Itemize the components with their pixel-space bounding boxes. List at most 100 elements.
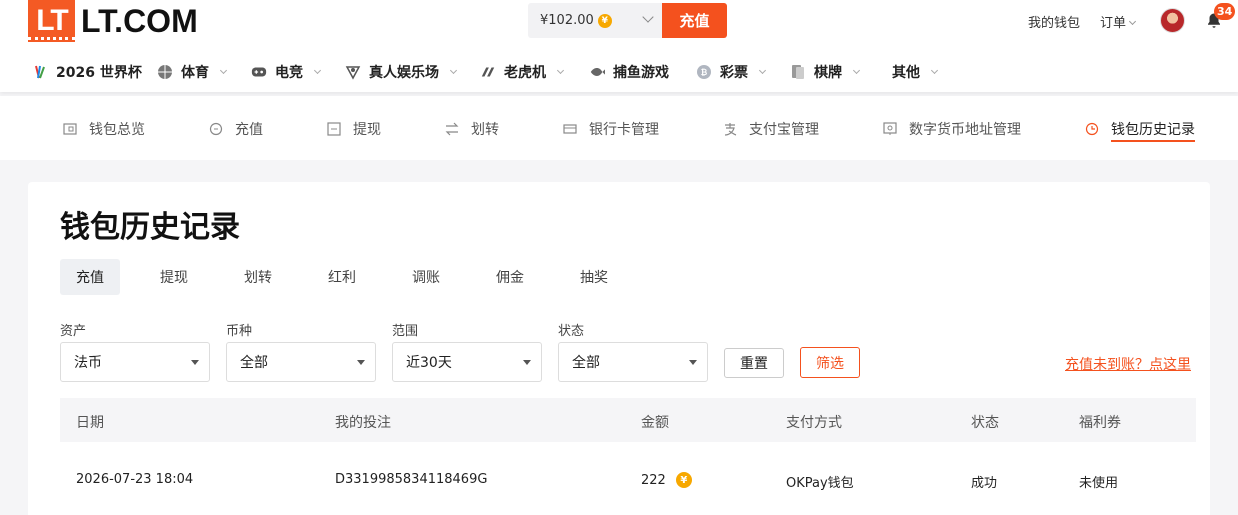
orders-menu[interactable]: 订单	[1100, 12, 1137, 31]
tab-deposit[interactable]: 充值	[60, 259, 120, 295]
chevron-down-icon	[758, 66, 767, 74]
asset-label: 资产	[60, 324, 87, 339]
deposit-button[interactable]: 充值	[662, 3, 727, 38]
caret-down-icon	[191, 360, 199, 365]
my-wallet-link[interactable]: 我的钱包	[1028, 12, 1080, 31]
coin-icon: ¥	[597, 13, 612, 28]
withdraw-icon	[327, 122, 341, 136]
subnav-label: 划转	[471, 122, 499, 138]
subnav-label: 充值	[235, 122, 263, 138]
asset-value: 法币	[74, 355, 102, 371]
asset-select[interactable]: 法币	[60, 342, 210, 382]
wallet-subnav: 钱包总览 充值 提现 划转 银行卡管理 支付宝管理 数字货币地址管理 钱包历史记…	[0, 96, 1238, 160]
nav-item-sports[interactable]: 体育	[157, 52, 228, 92]
gamepad-icon	[251, 64, 267, 80]
dealer-icon	[345, 64, 361, 80]
row-amount-cell: 222 ¥	[641, 472, 692, 488]
top-header: LT LT.COM ¥102.00 ¥ 充值 我的钱包 订单 34 2026 世…	[0, 0, 1238, 92]
nav-label: 其他	[892, 65, 920, 81]
subnav-deposit[interactable]: 充值	[209, 118, 263, 140]
tab-commission[interactable]: 佣金	[480, 259, 540, 295]
transfer-icon	[445, 122, 459, 136]
currency-label: 币种	[226, 324, 253, 339]
clock-icon	[1085, 122, 1099, 136]
chevron-down-icon	[1128, 17, 1137, 26]
subnav-label: 银行卡管理	[589, 122, 659, 138]
nav-item-lottery[interactable]: ₿ 彩票	[696, 52, 767, 92]
orders-label: 订单	[1100, 16, 1127, 31]
basketball-icon	[157, 64, 173, 80]
fish-icon	[589, 64, 605, 80]
deposit-icon	[209, 122, 223, 136]
main-nav: 2026 世界杯 体育 电竞 真人娱乐场 老虎机 捕鱼游戏 ₿ 彩票 棋牌 其他	[0, 52, 1238, 92]
reset-button[interactable]: 重置	[724, 348, 784, 378]
subnav-transfer[interactable]: 划转	[445, 118, 499, 140]
page-title: 钱包历史记录	[60, 210, 240, 245]
nav-label: 老虎机	[504, 65, 546, 81]
deposit-help-link[interactable]: 充值未到账？点这里	[1065, 354, 1191, 374]
crypto-address-icon	[883, 122, 897, 136]
avatar[interactable]	[1160, 8, 1185, 33]
column-header-amount: 金额	[641, 415, 669, 431]
tab-bonus[interactable]: 红利	[312, 259, 372, 295]
tab-lucky-draw[interactable]: 抽奖	[564, 259, 624, 295]
chevron-down-icon	[219, 66, 228, 74]
slot-icon	[480, 64, 496, 80]
balance-dropdown[interactable]: ¥102.00 ¥	[528, 3, 662, 38]
bank-card-icon	[563, 122, 577, 136]
caret-down-icon	[357, 360, 365, 365]
cards-icon	[790, 64, 806, 80]
subnav-label: 钱包历史记录	[1111, 122, 1195, 138]
status-label: 状态	[558, 324, 585, 339]
column-header-coupon: 福利券	[1079, 415, 1121, 431]
world-cup-icon	[32, 64, 48, 80]
nav-item-world-cup[interactable]: 2026 世界杯	[32, 52, 142, 92]
row-status: 成功	[971, 476, 998, 491]
subnav-withdraw[interactable]: 提现	[327, 118, 381, 140]
subnav-crypto-address[interactable]: 数字货币地址管理	[883, 118, 1021, 140]
chevron-down-icon	[930, 66, 939, 74]
nav-item-other[interactable]: 其他	[892, 52, 939, 92]
row-amount: 222	[641, 472, 666, 488]
chevron-down-icon	[449, 66, 458, 74]
nav-label: 电竞	[275, 65, 303, 81]
tab-adjustment[interactable]: 调账	[396, 259, 456, 295]
nav-label: 彩票	[720, 65, 748, 81]
nav-label: 捕鱼游戏	[613, 65, 669, 81]
site-logo[interactable]: LT LT.COM	[28, 0, 198, 42]
subnav-label: 支付宝管理	[749, 122, 819, 138]
chevron-down-icon	[852, 66, 861, 74]
tab-transfer[interactable]: 划转	[228, 259, 288, 295]
nav-label: 棋牌	[814, 65, 842, 81]
logo-text: LT.COM	[81, 2, 198, 39]
table-header: 日期 我的投注 金额 支付方式 状态 福利券	[60, 398, 1196, 442]
coin-icon: ¥	[675, 472, 692, 488]
row-method: OKPay钱包	[786, 476, 854, 491]
wallet-icon	[63, 122, 77, 136]
filter-button[interactable]: 筛选	[800, 347, 860, 378]
nav-item-esports[interactable]: 电竞	[251, 52, 322, 92]
nav-item-cards[interactable]: 棋牌	[790, 52, 861, 92]
alipay-icon	[723, 122, 737, 136]
currency-select[interactable]: 全部	[226, 342, 376, 382]
subnav-wallet-history[interactable]: 钱包历史记录	[1085, 118, 1195, 142]
logo-mark: LT	[28, 0, 75, 42]
nav-item-fishing[interactable]: 捕鱼游戏	[589, 52, 669, 92]
column-header-date: 日期	[76, 415, 104, 431]
nav-item-live-casino[interactable]: 真人娱乐场	[345, 52, 458, 92]
row-coupon: 未使用	[1079, 476, 1119, 491]
lottery-icon: ₿	[696, 64, 712, 80]
chevron-down-icon	[642, 11, 654, 23]
status-select[interactable]: 全部	[558, 342, 708, 382]
column-header-method: 支付方式	[786, 415, 842, 431]
range-value: 近30天	[406, 355, 452, 371]
row-date: 2026-07-23 18:04	[76, 472, 194, 487]
tab-withdraw[interactable]: 提现	[144, 259, 204, 295]
subnav-bank-cards[interactable]: 银行卡管理	[563, 118, 659, 140]
subnav-alipay[interactable]: 支付宝管理	[723, 118, 819, 140]
nav-item-slots[interactable]: 老虎机	[480, 52, 565, 92]
balance-value: ¥102.00	[540, 13, 594, 28]
range-select[interactable]: 近30天	[392, 342, 542, 382]
status-value: 全部	[572, 355, 600, 371]
subnav-wallet-overview[interactable]: 钱包总览	[63, 118, 145, 140]
